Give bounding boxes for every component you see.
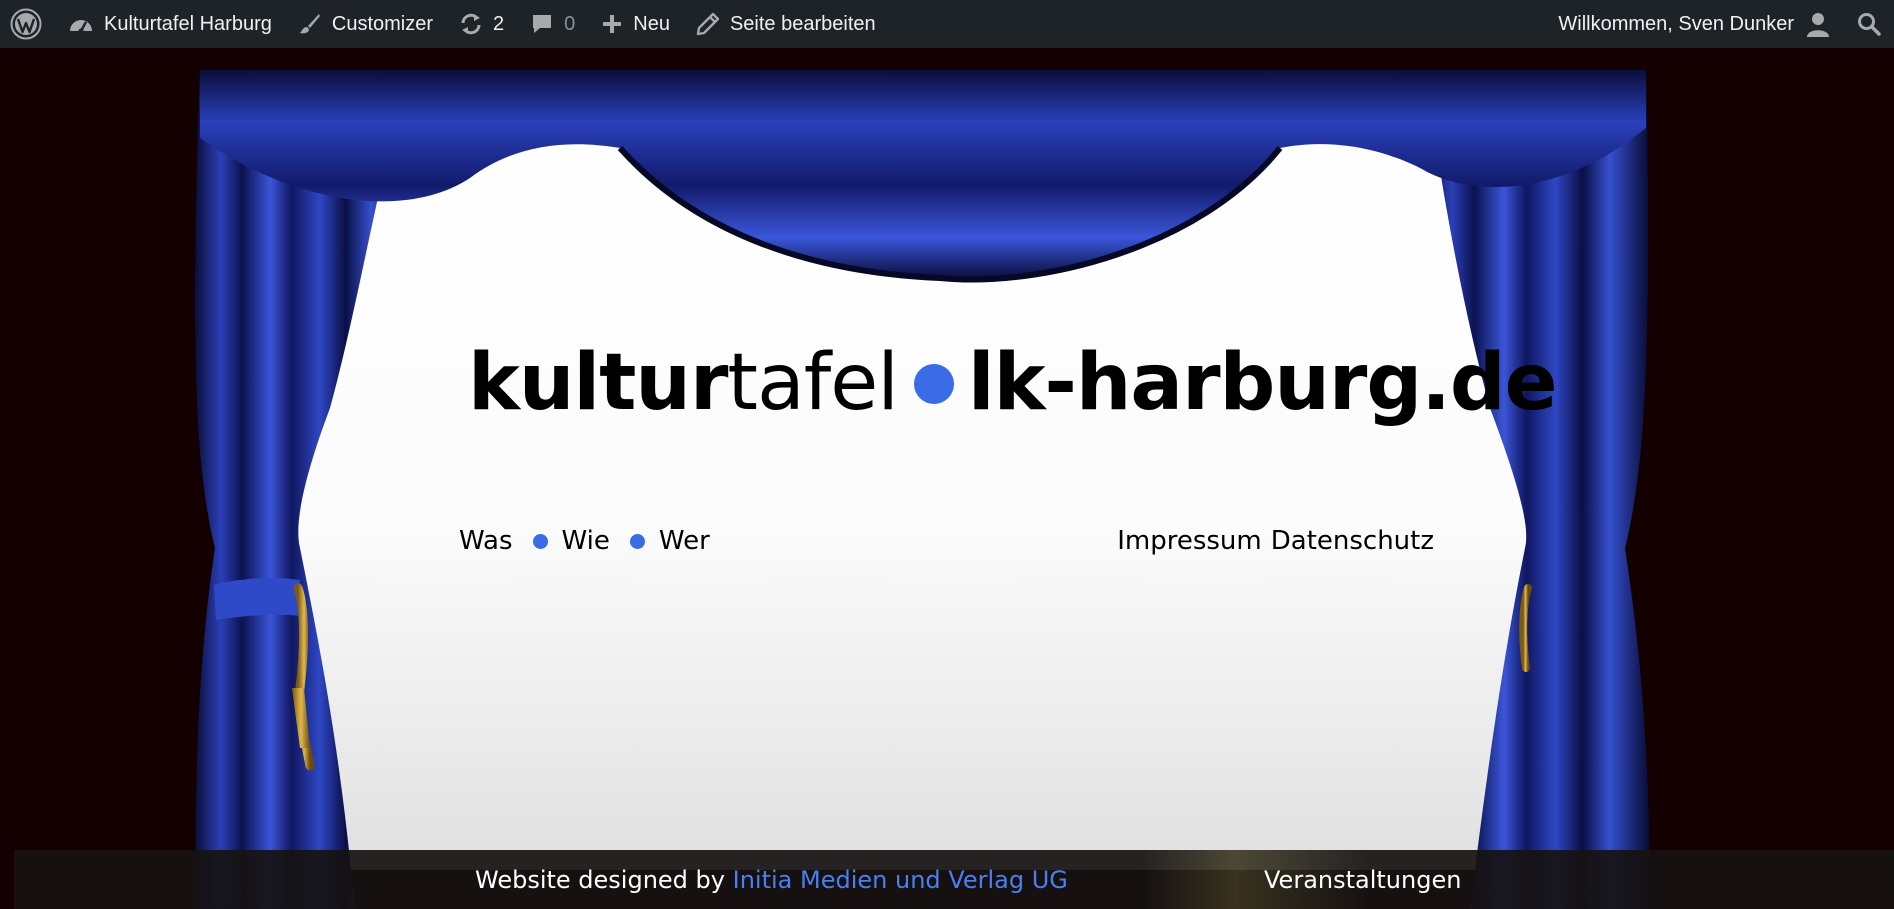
nav-item-wer[interactable]: Wer bbox=[659, 526, 710, 556]
search-button[interactable] bbox=[1843, 0, 1894, 48]
wp-logo-button[interactable] bbox=[0, 0, 55, 48]
comments-count: 0 bbox=[564, 12, 576, 35]
nav-item-datenschutz[interactable]: Datenschutz bbox=[1271, 526, 1434, 556]
plus-icon bbox=[601, 13, 623, 35]
site-footer: Website designed by Initia Medien und Ve… bbox=[14, 850, 1894, 909]
comment-icon bbox=[530, 12, 554, 36]
nav-item-impressum[interactable]: Impressum bbox=[1117, 526, 1262, 556]
edit-page-link[interactable]: Seite bearbeiten bbox=[683, 0, 889, 48]
search-icon bbox=[1856, 11, 1882, 37]
site-title-light: tafel bbox=[727, 338, 898, 428]
legal-nav: Impressum Datenschutz bbox=[1117, 526, 1434, 556]
refresh-icon bbox=[459, 12, 483, 36]
nav-item-wie[interactable]: Wie bbox=[562, 526, 610, 556]
new-label: Neu bbox=[633, 12, 670, 35]
user-avatar-icon bbox=[1806, 11, 1830, 37]
updates-count: 2 bbox=[493, 12, 505, 35]
dashboard-icon bbox=[68, 13, 94, 35]
title-dot-icon bbox=[913, 363, 954, 404]
my-account-link[interactable]: Willkommen, Sven Dunker bbox=[1545, 0, 1843, 48]
admin-bar: Kulturtafel Harburg Customizer 2 0 Neu S… bbox=[0, 0, 1894, 48]
nav-item-was[interactable]: Was bbox=[459, 526, 513, 556]
site-name-link[interactable]: Kulturtafel Harburg bbox=[55, 0, 285, 48]
paintbrush-icon bbox=[298, 12, 322, 36]
comments-link[interactable]: 0 bbox=[517, 0, 588, 48]
nav-separator-dot bbox=[629, 533, 645, 549]
stage-header: kulturtafel lk-harburg.de Was Wie Wer Imp… bbox=[0, 48, 1894, 909]
footer-events-link[interactable]: Veranstaltungen bbox=[1264, 866, 1461, 894]
footer-credit-prefix: Website designed by bbox=[475, 866, 725, 894]
site-title-bold: kultur bbox=[468, 338, 728, 428]
footer-credit-link[interactable]: Initia Medien und Verlag UG bbox=[733, 866, 1068, 894]
footer-credit: Website designed by Initia Medien und Ve… bbox=[475, 866, 1068, 894]
edit-page-label: Seite bearbeiten bbox=[729, 12, 876, 35]
site-name-label: Kulturtafel Harburg bbox=[104, 12, 272, 35]
greeting-label: Willkommen, Sven Dunker bbox=[1558, 12, 1794, 35]
main-nav: Was Wie Wer bbox=[459, 526, 710, 556]
site-title[interactable]: kulturtafel lk-harburg.de bbox=[468, 344, 1558, 422]
updates-link[interactable]: 2 bbox=[446, 0, 517, 48]
customizer-link[interactable]: Customizer bbox=[285, 0, 446, 48]
customizer-label: Customizer bbox=[331, 12, 434, 35]
nav-separator-dot bbox=[532, 533, 548, 549]
new-content-link[interactable]: Neu bbox=[588, 0, 683, 48]
pencil-icon bbox=[696, 12, 720, 36]
curtain-illustration bbox=[195, 70, 1650, 909]
wordpress-icon bbox=[10, 8, 42, 40]
site-domain: lk-harburg.de bbox=[967, 338, 1558, 428]
